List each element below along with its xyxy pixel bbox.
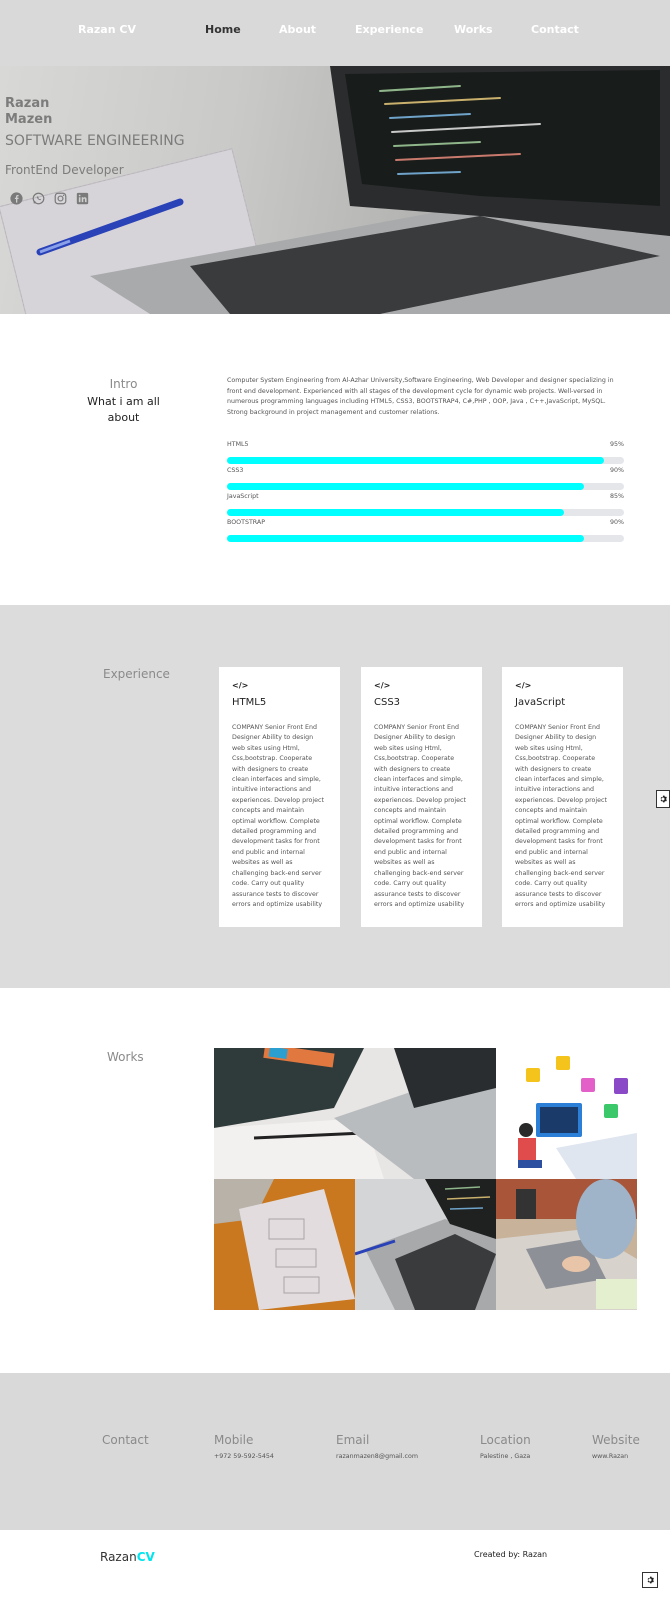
- nav-link-works[interactable]: Works: [454, 23, 493, 36]
- works-heading: Works: [107, 1050, 144, 1064]
- experience-card-text: COMPANY Senior Front End Designer Abilit…: [515, 724, 607, 908]
- instagram-icon[interactable]: [54, 192, 67, 205]
- nav-link-home[interactable]: Home: [205, 23, 241, 36]
- intro-subheading: What i am all about: [87, 395, 160, 424]
- contact-mobile-value[interactable]: +972 59-592-5454: [214, 1453, 274, 1460]
- footer: RazanCV Created by: Razan: [0, 1530, 670, 1600]
- work-image-developer[interactable]: [496, 1048, 637, 1179]
- whatsapp-icon[interactable]: [32, 192, 45, 205]
- navbar: Razan CV Home About Experience Works Con…: [0, 0, 670, 66]
- skill-css3: CSS3 90%: [227, 467, 624, 495]
- gear-icon: [660, 795, 667, 803]
- hero-text: Razan Mazen SOFTWARE ENGINEERING FrontEn…: [5, 96, 185, 178]
- skill-javascript: JavaScript 85%: [227, 493, 624, 521]
- work-photo: [518, 1056, 637, 1179]
- nav-link-experience[interactable]: Experience: [355, 23, 423, 36]
- footer-logo-main: Razan: [100, 1550, 137, 1564]
- experience-section: Experience </> HTML5 COMPANY Senior Fron…: [0, 605, 670, 988]
- experience-card-css3: </> CSS3 COMPANY Senior Front End Design…: [361, 667, 482, 927]
- work-image-desk[interactable]: [214, 1048, 496, 1179]
- skill-percent: 90%: [610, 519, 624, 526]
- intro-description: Computer System Engineering from Al-Azha…: [227, 377, 614, 416]
- settings-corner-button[interactable]: [642, 1572, 658, 1588]
- experience-heading: Experience: [103, 667, 170, 681]
- work-image-notebook[interactable]: [214, 1179, 355, 1310]
- hero-role: SOFTWARE ENGINEERING: [5, 133, 185, 149]
- contact-location-label: Location: [480, 1433, 531, 1447]
- experience-card-title: CSS3: [374, 697, 401, 708]
- nav-link-contact[interactable]: Contact: [531, 23, 579, 36]
- skill-progress-fill: [227, 509, 565, 516]
- skill-bootstrap: BOOTSTRAP 90%: [227, 519, 624, 547]
- intro-heading-block: Intro What i am all about: [76, 376, 171, 426]
- skill-label: JavaScript: [227, 493, 259, 500]
- skill-percent: 90%: [610, 467, 624, 474]
- skill-progress-track: [227, 457, 624, 464]
- nav-link-about[interactable]: About: [279, 23, 316, 36]
- hero-first-name: Razan: [5, 96, 50, 111]
- work-photo: [214, 1048, 496, 1179]
- experience-card-text: COMPANY Senior Front End Designer Abilit…: [374, 724, 466, 908]
- footer-logo-accent: CV: [136, 1550, 155, 1564]
- experience-card-javascript: </> JavaScript COMPANY Senior Front End …: [502, 667, 623, 927]
- work-photo: [355, 1179, 496, 1310]
- facebook-icon[interactable]: [10, 192, 23, 205]
- contact-website-label: Website: [592, 1433, 640, 1447]
- work-photo: [214, 1179, 355, 1310]
- page: Razan CV Home About Experience Works Con…: [0, 0, 670, 1600]
- work-image-typing[interactable]: [496, 1179, 637, 1310]
- experience-card-title: HTML5: [232, 697, 267, 708]
- settings-toggle-button[interactable]: [656, 790, 670, 808]
- code-icon: </>: [232, 681, 249, 690]
- hero-banner: Razan Mazen SOFTWARE ENGINEERING FrontEn…: [0, 66, 670, 314]
- contact-heading: Contact: [102, 1433, 149, 1447]
- intro-heading: Intro: [109, 377, 138, 391]
- gear-icon: [647, 1576, 654, 1584]
- skill-progress-fill: [227, 457, 605, 464]
- skill-label: BOOTSTRAP: [227, 519, 266, 526]
- experience-card-title: JavaScript: [515, 697, 566, 708]
- skill-progress-track: [227, 483, 624, 490]
- skill-progress-track: [227, 509, 624, 516]
- skill-label: CSS3: [227, 467, 244, 474]
- skill-percent: 95%: [610, 441, 624, 448]
- linkedin-icon[interactable]: [76, 192, 89, 205]
- social-links: [10, 192, 89, 205]
- contact-website-value[interactable]: www.Razan: [592, 1453, 628, 1460]
- brand-logo[interactable]: Razan CV: [78, 23, 136, 36]
- footer-logo[interactable]: RazanCV: [100, 1550, 155, 1564]
- code-icon: </>: [515, 681, 532, 690]
- skill-percent: 85%: [610, 493, 624, 500]
- footer-credit: Created by: Razan: [474, 1550, 548, 1559]
- experience-card-html5: </> HTML5 COMPANY Senior Front End Desig…: [219, 667, 340, 927]
- skill-progress-track: [227, 535, 624, 542]
- contact-location-value: Palestine , Gaza: [480, 1453, 531, 1460]
- skill-progress-fill: [227, 483, 585, 490]
- hero-subtitle: FrontEnd Developer: [5, 163, 124, 177]
- skill-html5: HTML5 95%: [227, 441, 624, 469]
- code-icon: </>: [374, 681, 391, 690]
- work-photo: [496, 1179, 637, 1310]
- hero-last-name: Mazen: [5, 112, 53, 127]
- work-image-laptop[interactable]: [355, 1179, 496, 1310]
- contact-email-label: Email: [336, 1433, 370, 1447]
- contact-mobile-label: Mobile: [214, 1433, 254, 1447]
- contact-section: Contact Mobile +972 59-592-5454 Email ra…: [0, 1373, 670, 1530]
- skill-progress-fill: [227, 535, 585, 542]
- experience-card-text: COMPANY Senior Front End Designer Abilit…: [232, 724, 324, 908]
- skill-label: HTML5: [227, 441, 249, 448]
- contact-email-value[interactable]: razanmazen8@gmail.com: [336, 1453, 418, 1460]
